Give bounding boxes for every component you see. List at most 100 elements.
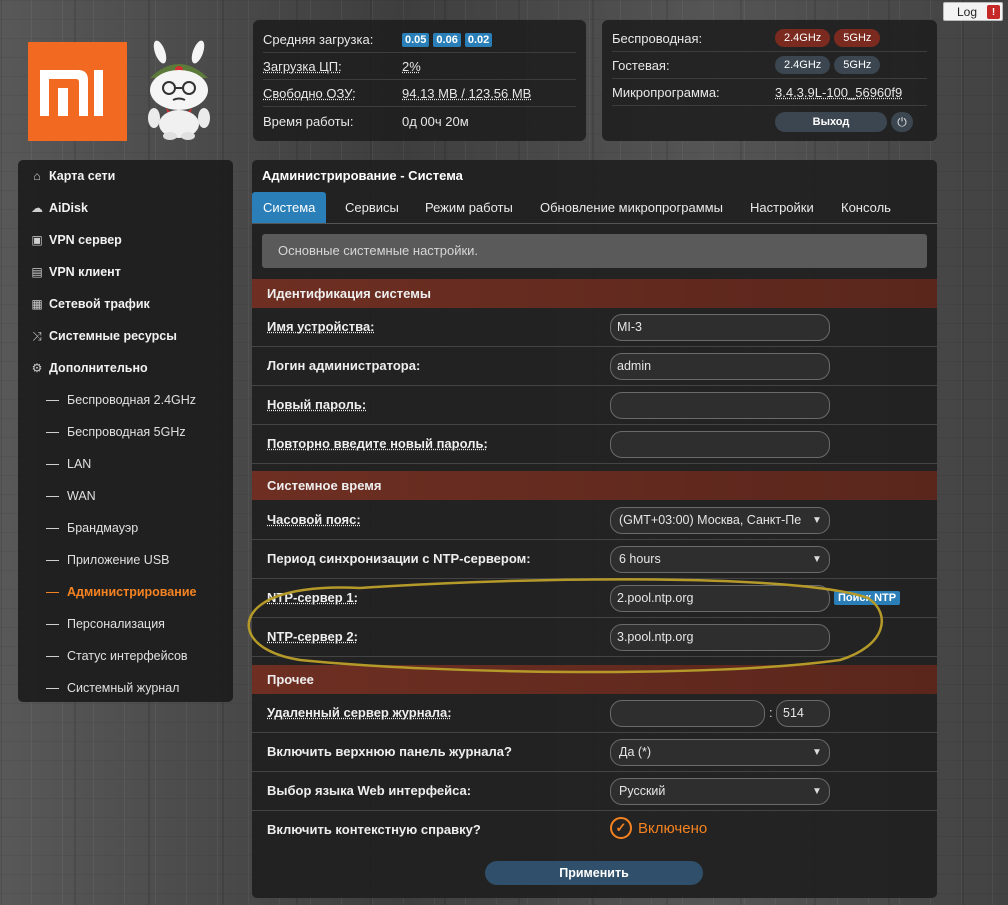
tab-system[interactable]: Система <box>252 192 327 223</box>
vpn-server-icon: ▣ <box>31 233 43 247</box>
web-language-select[interactable]: Русский ▼ <box>610 778 830 805</box>
wireless-5-badge[interactable]: 5GHz <box>834 29 881 47</box>
uptime-value: 0д 00ч 20м <box>402 114 469 129</box>
avg-load-label: Средняя загрузка: <box>263 31 374 47</box>
network-status-panel: Беспроводная: 2.4GHz 5GHz Гостевая: 2.4GH… <box>602 20 937 141</box>
remote-log-port-input[interactable]: 514 <box>776 700 830 727</box>
sidebar-item-network-map[interactable]: ⌂ Карта сети <box>18 160 233 192</box>
ntp-period-label: Период синхронизации с NTP-сервером: <box>267 551 531 566</box>
sidebar-subitem-label: LAN <box>67 457 92 471</box>
sidebar-subitem-lan[interactable]: LAN <box>18 448 233 480</box>
tab-settings[interactable]: Настройки <box>739 192 825 223</box>
dash-icon <box>46 399 59 401</box>
new-password-row: Новый пароль: <box>252 386 937 425</box>
sidebar-item-label: AiDisk <box>49 201 88 215</box>
sidebar-subitem-label: Брандмауэр <box>67 521 139 535</box>
exit-button[interactable]: Выход <box>775 111 887 132</box>
sidebar-subitem-system-log[interactable]: Системный журнал <box>18 672 233 704</box>
sidebar-subitem-wireless-5[interactable]: Беспроводная 5GHz <box>18 416 233 448</box>
ntp-period-select[interactable]: 6 hours ▼ <box>610 546 830 573</box>
web-language-label: Выбор языка Web интерфейса: <box>267 783 472 798</box>
tab-console[interactable]: Консоль <box>830 192 902 223</box>
ntp2-input[interactable]: 3.pool.ntp.org <box>610 624 830 651</box>
sidebar-item-vpn-server[interactable]: ▣ VPN сервер <box>18 224 233 256</box>
context-help-row: Включить контекстную справку? ✓ Включено <box>252 811 937 850</box>
vpn-client-icon: ▤ <box>31 265 43 279</box>
traffic-icon: ▦ <box>31 297 43 311</box>
sidebar-item-system-resources[interactable]: ⤨ Системные ресурсы <box>18 320 233 352</box>
sidebar-subitem-wan[interactable]: WAN <box>18 480 233 512</box>
remote-log-label[interactable]: Удаленный сервер журнала: <box>267 694 452 732</box>
wireless-badges: 2.4GHz 5GHz <box>775 29 884 47</box>
guest-24-badge[interactable]: 2.4GHz <box>775 56 831 74</box>
ram-row: Свободно ОЗУ: 94.13 MB / 123.56 MB <box>263 80 576 107</box>
ntp1-input[interactable]: 2.pool.ntp.org <box>610 585 830 612</box>
log-button[interactable]: Log ! <box>943 2 1003 21</box>
load-5min: 0.06 <box>433 33 461 47</box>
sidebar-subitem-label: Беспроводная 2.4GHz <box>67 393 197 407</box>
wireless-24-badge[interactable]: 2.4GHz <box>775 29 831 47</box>
power-icon[interactable]: ⏻ <box>891 111 913 132</box>
guest-5-badge[interactable]: 5GHz <box>834 56 881 74</box>
timezone-label[interactable]: Часовой пояс: <box>267 501 361 539</box>
tab-firmware-update[interactable]: Обновление микропрограммы <box>529 192 734 223</box>
chevron-down-icon: ▼ <box>810 508 824 533</box>
apply-button[interactable]: Применить <box>485 861 703 885</box>
admin-login-label: Логин администратора: <box>267 358 421 373</box>
remote-log-host-input[interactable] <box>610 700 765 727</box>
sidebar-subitem-label: Приложение USB <box>67 553 170 567</box>
dash-icon <box>46 623 59 625</box>
cpu-label[interactable]: Загрузка ЦП: <box>263 59 342 74</box>
context-help-toggle[interactable]: ✓ Включено <box>610 817 707 839</box>
section-other: Прочее <box>252 665 937 694</box>
log-top-panel-row: Включить верхнюю панель журнала? Да (*) … <box>252 733 937 772</box>
ntp1-label[interactable]: NTP-сервер 1: <box>267 579 358 617</box>
tab-services[interactable]: Сервисы <box>334 192 410 223</box>
device-name-label[interactable]: Имя устройства: <box>267 308 375 346</box>
ntp-search-button[interactable]: Поиск NTP <box>834 591 901 605</box>
load-15min: 0.02 <box>464 33 493 47</box>
ntp2-row: NTP-сервер 2: 3.pool.ntp.org <box>252 618 937 657</box>
sidebar-item-label: Карта сети <box>49 169 116 183</box>
log-top-panel-select[interactable]: Да (*) ▼ <box>610 739 830 766</box>
wireless-label: Беспроводная: <box>612 30 703 46</box>
new-password-input[interactable] <box>610 392 830 419</box>
tab-operation-mode[interactable]: Режим работы <box>414 192 524 223</box>
ram-label[interactable]: Свободно ОЗУ: <box>263 86 356 101</box>
sidebar-subitem-personalization[interactable]: Персонализация <box>18 608 233 640</box>
guest-badges: 2.4GHz 5GHz <box>775 56 884 74</box>
ntp1-row: NTP-сервер 1: 2.pool.ntp.org Поиск NTP <box>252 579 937 618</box>
dash-icon <box>46 687 59 689</box>
repeat-password-label[interactable]: Повторно введите новый пароль: <box>267 425 488 463</box>
firmware-row: Микропрограмма: 3.4.3.9L-100_56960f9 <box>612 79 927 106</box>
web-language-row: Выбор языка Web интерфейса: Русский ▼ <box>252 772 937 811</box>
device-name-input[interactable]: MI-3 <box>610 314 830 341</box>
sidebar-subitem-administration[interactable]: Администрирование <box>18 576 233 608</box>
ntp2-label[interactable]: NTP-сервер 2: <box>267 618 358 656</box>
dash-icon <box>46 431 59 433</box>
timezone-select[interactable]: (GMT+03:00) Москва, Санкт-Пе ▼ <box>610 507 830 534</box>
system-status-panel: Средняя загрузка: 0.05 0.06 0.02 Загрузка … <box>253 20 586 141</box>
sidebar-item-aidisk[interactable]: ☁ AiDisk <box>18 192 233 224</box>
sidebar-subitem-firewall[interactable]: Брандмауэр <box>18 512 233 544</box>
sidebar-subitem-interface-status[interactable]: Статус интерфейсов <box>18 640 233 672</box>
admin-login-input[interactable]: admin <box>610 353 830 380</box>
repeat-password-input[interactable] <box>610 431 830 458</box>
cpu-value: 2% <box>402 58 421 74</box>
sidebar-subitem-wireless-24[interactable]: Беспроводная 2.4GHz <box>18 384 233 416</box>
sidebar-subitem-usb-app[interactable]: Приложение USB <box>18 544 233 576</box>
sidebar-subitem-label: Системный журнал <box>67 681 180 695</box>
uptime-label: Время работы: <box>263 114 354 129</box>
sidebar-item-vpn-client[interactable]: ▤ VPN клиент <box>18 256 233 288</box>
new-password-label[interactable]: Новый пароль: <box>267 386 366 424</box>
sidebar-item-advanced[interactable]: ⚙ Дополнительно <box>18 352 233 384</box>
dash-icon <box>46 559 59 561</box>
alert-badge: ! <box>987 5 1000 19</box>
sidebar-subitem-label: WAN <box>67 489 96 503</box>
sidebar-item-traffic[interactable]: ▦ Сетевой трафик <box>18 288 233 320</box>
section-system-time: Системное время <box>252 471 937 500</box>
home-icon: ⌂ <box>33 169 41 183</box>
dash-icon <box>46 655 59 657</box>
firmware-value[interactable]: 3.4.3.9L-100_56960f9 <box>775 85 902 100</box>
log-top-panel-label: Включить верхнюю панель журнала? <box>267 744 512 759</box>
